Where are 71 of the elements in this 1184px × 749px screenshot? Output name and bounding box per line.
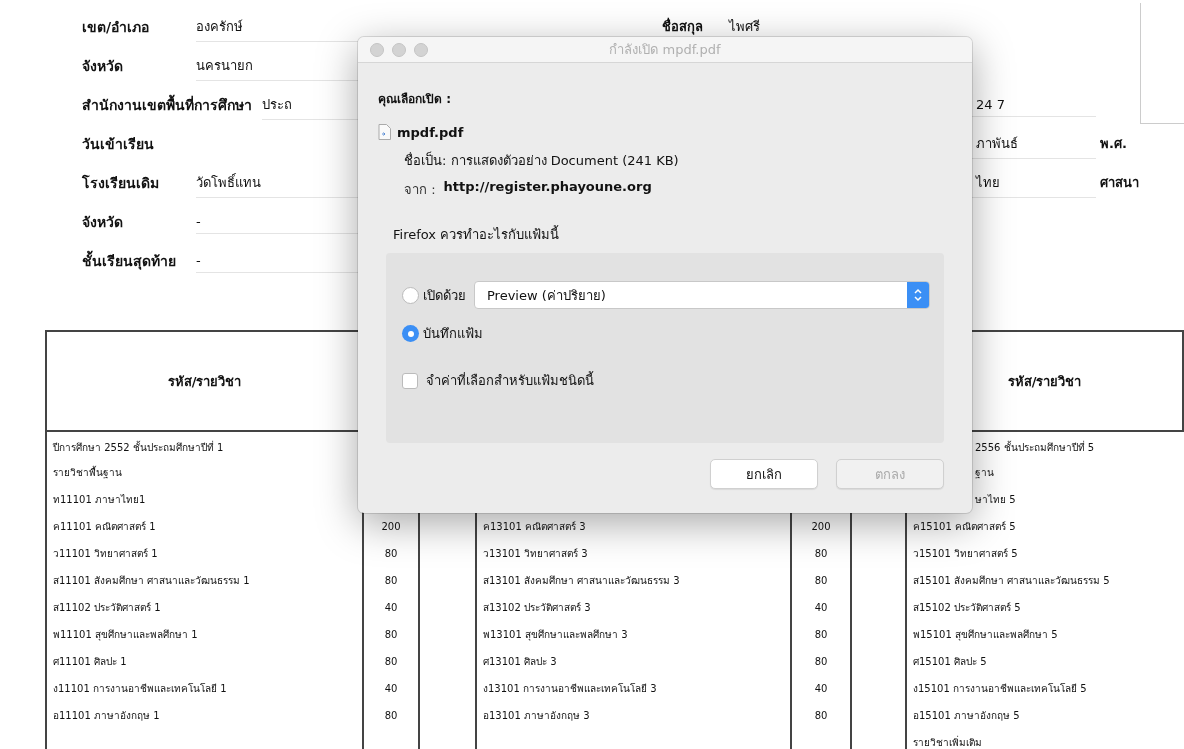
subject-cell-text: ส15102 ประวัติศาสตร์ 5	[912, 601, 1022, 615]
radio-button[interactable]	[402, 325, 419, 342]
field-label: วันเข้าเรียน	[82, 134, 155, 154]
subject-cell: พ11101 สุขศึกษาและพลศึกษา 1	[47, 621, 364, 648]
option-label[interactable]: บันทึกแฟ้ม	[423, 323, 483, 344]
field-label: ชื่อสกุล	[662, 16, 703, 37]
credit-cell: 80	[364, 540, 420, 567]
credit-cell: 80	[792, 621, 852, 648]
source-label: จาก :	[404, 181, 436, 199]
subject-cell: ว11101 วิทยาศาสตร์ 1	[47, 540, 364, 567]
app-select[interactable]: Preview (ค่าปริยาย)	[474, 281, 930, 309]
dialog-title: กำลังเปิด mpdf.pdf	[608, 41, 722, 59]
subject-cell-text: รายวิชาเพิ่มเติม	[912, 734, 983, 749]
credit-cell: 80	[364, 621, 420, 648]
subject-cell-text: ง15101 การงานอาชีพและเทคโนโลยี 5	[912, 682, 1088, 696]
dialog-button[interactable]: ยกเลิก	[710, 459, 818, 489]
checkbox-label[interactable]: จำค่าที่เลือกสำหรับแฟ้มชนิดนี้	[426, 370, 594, 391]
subject-cell-text: อ15101 ภาษาอังกฤษ 5	[912, 709, 1021, 723]
subject-cell-text: ฐาน	[974, 466, 995, 481]
question-text: Firefox ควรทำอะไรกับแฟ้มนี้	[393, 224, 560, 244]
remember-checkbox[interactable]	[402, 372, 418, 389]
field-label: พ.ศ.	[1100, 135, 1127, 153]
credit-cell: 40	[792, 594, 852, 621]
credit-cell: 80	[792, 540, 852, 567]
field-label: ศาสนา	[1100, 174, 1139, 192]
credit-cell: 80	[792, 702, 852, 729]
subject-cell-text: พ15101 สุขศึกษาและพลศึกษา 5	[912, 628, 1059, 643]
field-label: ชั้นเรียนสุดท้าย	[82, 249, 177, 272]
subject-cell: ศ13101 ศิลปะ 3	[477, 648, 792, 675]
subject-cell: พ13101 สุขศึกษาและพลศึกษา 3	[477, 621, 792, 648]
subject-cell: ส11102 ประวัติศาสตร์ 1	[47, 594, 364, 621]
document-icon	[378, 124, 391, 140]
credit-cell: 80	[364, 702, 420, 729]
subject-cell-text: ศ15101 ศิลปะ 5	[912, 655, 988, 669]
field-label: โรงเรียนเดิม	[82, 173, 160, 193]
subject-cell: ง11101 การงานอาชีพและเทคโนโลยี 1	[47, 675, 364, 702]
file-name: mpdf.pdf	[397, 124, 464, 140]
credit-cell: 80	[792, 567, 852, 594]
field-label: เขต/อำเภอ	[82, 17, 151, 37]
field-label: จังหวัด	[82, 56, 124, 76]
minimize-button[interactable]	[392, 42, 406, 57]
credit-cell: 80	[792, 648, 852, 675]
subject-cell: ศ11101 ศิลปะ 1	[47, 648, 364, 675]
subject-cell-text: ค15101 คณิตศาสตร์ 5	[912, 520, 1017, 534]
file-type-text: ชื่อเป็น: การแสดงตัวอย่าง Document (241 KB)	[404, 150, 679, 170]
subject-cell-text: ส15101 สังคมศึกษา ศาสนาและวัฒนธรรม 5	[912, 574, 1111, 588]
subject-cell: ส13101 สังคมศึกษา ศาสนาและวัฒนธรรม 3	[477, 567, 792, 594]
zoom-button[interactable]	[414, 42, 428, 57]
credit-cell: 40	[364, 594, 420, 621]
subject-cell-text: ษาไทย 5	[974, 493, 1017, 507]
close-button[interactable]	[370, 42, 384, 57]
subject-cell: ส11101 สังคมศึกษา ศาสนาและวัฒนธรรม 1	[47, 567, 364, 594]
field-label: สำนักงานเขตพื้นที่การศึกษา	[82, 93, 252, 115]
subject-cell-text: ว15101 วิทยาศาสตร์ 5	[912, 547, 1019, 561]
stepper-icon	[914, 288, 922, 302]
subject-cell: ง13101 การงานอาชีพและเทคโนโลยี 3	[477, 675, 792, 702]
subject-cell: ว13101 วิทยาศาสตร์ 3	[477, 540, 792, 567]
subject-cell-text: 2556 ชั้นประถมศึกษาปีที่ 5	[974, 439, 1096, 455]
subject-cell: ส13102 ประวัติศาสตร์ 3	[477, 594, 792, 621]
option-label[interactable]: เปิดด้วย	[423, 284, 466, 306]
radio-button[interactable]	[402, 286, 419, 304]
credit-cell: 80	[364, 648, 420, 675]
field-value: องครักษ์	[196, 11, 358, 42]
source-url: http://register.phayoune.org	[443, 179, 652, 194]
credit-cell: 40	[792, 675, 852, 702]
credit-cell: 40	[364, 675, 420, 702]
credit-cell: 80	[364, 567, 420, 594]
subject-cell: อ11101 ภาษาอังกฤษ 1	[47, 702, 364, 729]
subject-cell: อ13101 ภาษาอังกฤษ 3	[477, 702, 792, 729]
intro-text: คุณเลือกเปิด :	[378, 91, 451, 108]
field-label: จังหวัด	[82, 212, 124, 232]
